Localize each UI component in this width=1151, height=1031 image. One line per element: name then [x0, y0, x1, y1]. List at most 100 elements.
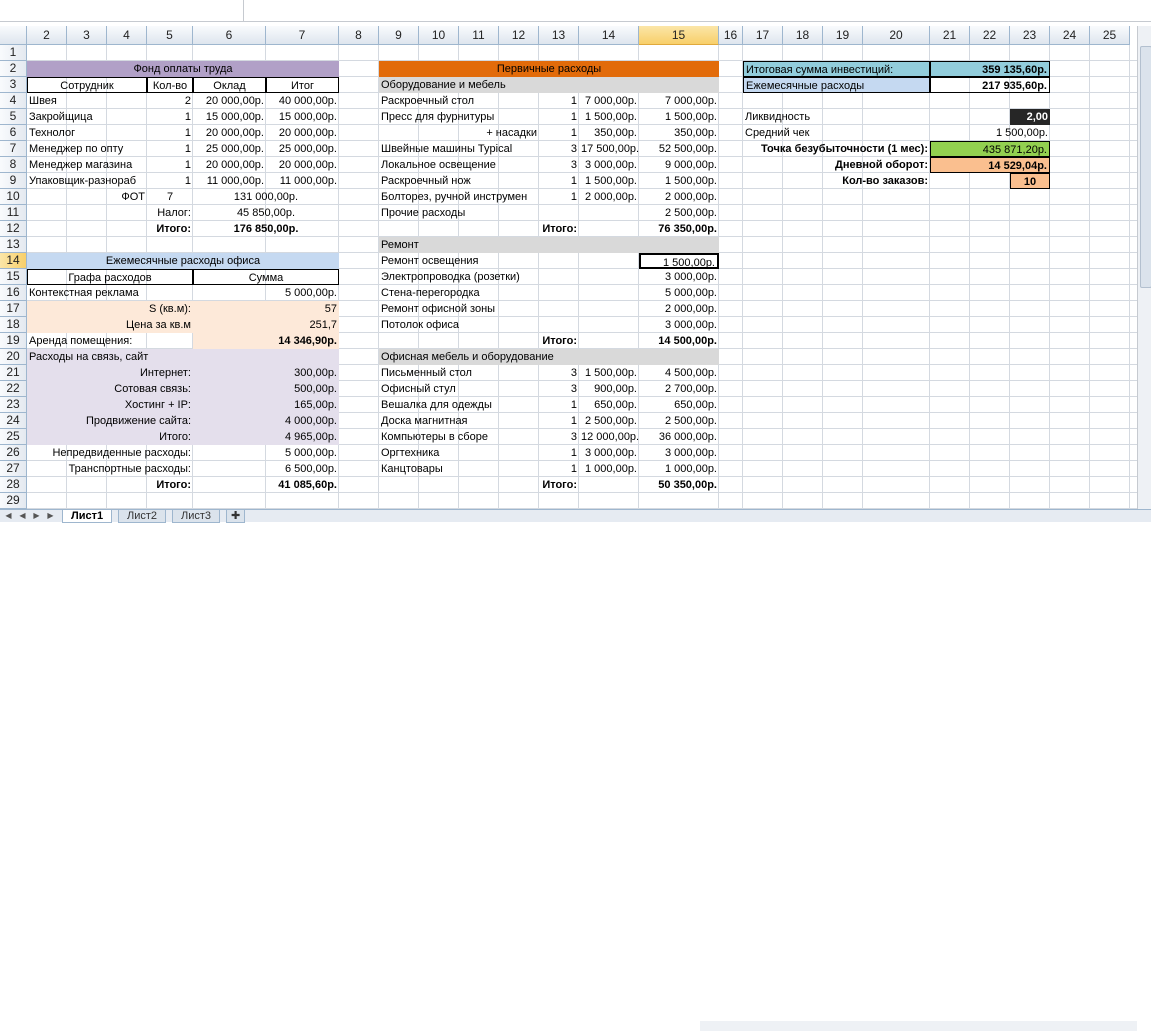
equip-item[interactable]: Болторез, ручной инструмен: [379, 189, 539, 205]
payroll-salary[interactable]: 20 000,00р.: [193, 125, 266, 141]
furn-count[interactable]: 3: [539, 429, 579, 445]
payroll-employee[interactable]: Менеджер по опту: [27, 141, 147, 157]
area-label[interactable]: S (кв.м):: [27, 301, 193, 317]
comm-item-label[interactable]: Сотовая связь:: [27, 381, 193, 397]
office-title[interactable]: Ежемесячные расходы офиса: [27, 253, 339, 269]
furn-price[interactable]: 900,00р.: [579, 381, 639, 397]
equip-total[interactable]: 2 000,00р.: [639, 189, 719, 205]
rent-value[interactable]: 14 346,90р.: [193, 333, 339, 349]
row-header[interactable]: 29: [0, 493, 27, 509]
furn-price[interactable]: 1 000,00р.: [579, 461, 639, 477]
equip-item[interactable]: Швейные машины Typical: [379, 141, 539, 157]
payroll-salary[interactable]: 15 000,00р.: [193, 109, 266, 125]
select-all-corner[interactable]: [0, 26, 27, 45]
name-box[interactable]: [0, 0, 244, 22]
comm-item-label[interactable]: Интернет:: [27, 365, 193, 381]
office-total-value[interactable]: 41 085,60р.: [193, 477, 339, 493]
row-header[interactable]: 1: [0, 45, 27, 61]
furn-item[interactable]: Канцтовары: [379, 461, 539, 477]
furn-price[interactable]: 1 500,00р.: [579, 365, 639, 381]
payroll-total[interactable]: 40 000,00р.: [266, 93, 339, 109]
office-header[interactable]: Сумма: [193, 269, 339, 285]
column-header[interactable]: 15: [639, 26, 719, 45]
row-header[interactable]: 15: [0, 269, 27, 285]
office-header[interactable]: Графа расходов: [27, 269, 193, 285]
repair-title[interactable]: Ремонт: [379, 237, 719, 253]
formula-bar[interactable]: [244, 21, 1151, 22]
column-header[interactable]: 17: [743, 26, 783, 45]
repair-item[interactable]: Ремонт офисной зоны: [379, 301, 579, 317]
row-header[interactable]: 11: [0, 205, 27, 221]
furn-title[interactable]: Офисная мебель и оборудование: [379, 349, 719, 365]
payroll-salary[interactable]: 25 000,00р.: [193, 141, 266, 157]
furn-price[interactable]: 650,00р.: [579, 397, 639, 413]
furn-count[interactable]: 1: [539, 461, 579, 477]
furn-total[interactable]: 1 000,00р.: [639, 461, 719, 477]
equip-item[interactable]: Раскроечный нож: [379, 173, 539, 189]
last-sheet-icon[interactable]: ▶: [44, 510, 57, 522]
fot-count[interactable]: 7: [147, 189, 193, 205]
payroll-header[interactable]: Оклад: [193, 77, 266, 93]
furn-item[interactable]: Письменный стол: [379, 365, 539, 381]
column-header[interactable]: 14: [579, 26, 639, 45]
row-header[interactable]: 7: [0, 141, 27, 157]
payroll-title[interactable]: Фонд оплаты труда: [27, 61, 339, 77]
transport-value[interactable]: 6 500,00р.: [193, 461, 339, 477]
next-sheet-icon[interactable]: ▶: [30, 510, 43, 522]
payroll-header[interactable]: Сотрудник: [27, 77, 147, 93]
price-value[interactable]: 251,7: [193, 317, 339, 333]
daily-value[interactable]: 14 529,04р.: [930, 157, 1050, 173]
comm-item-value[interactable]: 4 000,00р.: [193, 413, 339, 429]
repair-item[interactable]: Потолок офиса: [379, 317, 579, 333]
payroll-employee[interactable]: Швея: [27, 93, 147, 109]
column-header[interactable]: 19: [823, 26, 863, 45]
comm-item-value[interactable]: 4 965,00р.: [193, 429, 339, 445]
equip-price[interactable]: 1 500,00р.: [579, 173, 639, 189]
equip-total[interactable]: 7 000,00р.: [639, 93, 719, 109]
avg-check-value[interactable]: 1 500,00р.: [930, 125, 1050, 141]
scroll-thumb[interactable]: [1140, 46, 1151, 288]
furn-total[interactable]: 2 700,00р.: [639, 381, 719, 397]
repair-value[interactable]: 3 000,00р.: [639, 269, 719, 285]
furn-total-label[interactable]: Итого:: [379, 477, 579, 493]
furn-count[interactable]: 1: [539, 413, 579, 429]
column-header[interactable]: 3: [67, 26, 107, 45]
equip-total[interactable]: 2 500,00р.: [639, 205, 719, 221]
payroll-salary[interactable]: 20 000,00р.: [193, 93, 266, 109]
payroll-count[interactable]: 1: [147, 157, 193, 173]
equip-total-value[interactable]: 76 350,00р.: [579, 221, 719, 237]
payroll-salary[interactable]: 11 000,00р.: [193, 173, 266, 189]
daily-label[interactable]: Дневной оборот:: [743, 157, 930, 173]
equip-item[interactable]: Раскроечный стол: [379, 93, 539, 109]
column-header[interactable]: 5: [147, 26, 193, 45]
furn-total[interactable]: 3 000,00р.: [639, 445, 719, 461]
prev-sheet-icon[interactable]: ◀: [16, 510, 29, 522]
column-header[interactable]: 13: [539, 26, 579, 45]
payroll-employee[interactable]: Технолог: [27, 125, 147, 141]
orders-label[interactable]: Кол-во заказов:: [743, 173, 930, 189]
furn-total-value[interactable]: 50 350,00р.: [579, 477, 719, 493]
payroll-header[interactable]: Кол-во: [147, 77, 193, 93]
primary-title[interactable]: Первичные расходы: [379, 61, 719, 77]
equip-price[interactable]: 7 000,00р.: [579, 93, 639, 109]
repair-item[interactable]: Стена-перегородка: [379, 285, 579, 301]
furn-count[interactable]: 3: [539, 365, 579, 381]
equip-total[interactable]: 9 000,00р.: [639, 157, 719, 173]
price-label[interactable]: Цена за кв.м: [27, 317, 193, 333]
fot-label[interactable]: ФОТ: [27, 189, 147, 205]
payroll-count[interactable]: 1: [147, 173, 193, 189]
equip-count[interactable]: 1: [539, 109, 579, 125]
row-header[interactable]: 12: [0, 221, 27, 237]
equip-price[interactable]: 350,00р.: [579, 125, 639, 141]
comm-label[interactable]: Расходы на связь, сайт: [27, 349, 339, 365]
row-header[interactable]: 9: [0, 173, 27, 189]
equip-total-label[interactable]: Итого:: [379, 221, 579, 237]
column-header[interactable]: 24: [1050, 26, 1090, 45]
furn-price[interactable]: 12 000,00р.: [579, 429, 639, 445]
area-value[interactable]: 57: [193, 301, 339, 317]
vertical-scrollbar[interactable]: [1137, 26, 1151, 509]
payroll-employee[interactable]: Закройщица: [27, 109, 147, 125]
payroll-total[interactable]: 11 000,00р.: [266, 173, 339, 189]
repair-value[interactable]: 5 000,00р.: [639, 285, 719, 301]
payroll-total-label[interactable]: Итого:: [27, 221, 193, 237]
